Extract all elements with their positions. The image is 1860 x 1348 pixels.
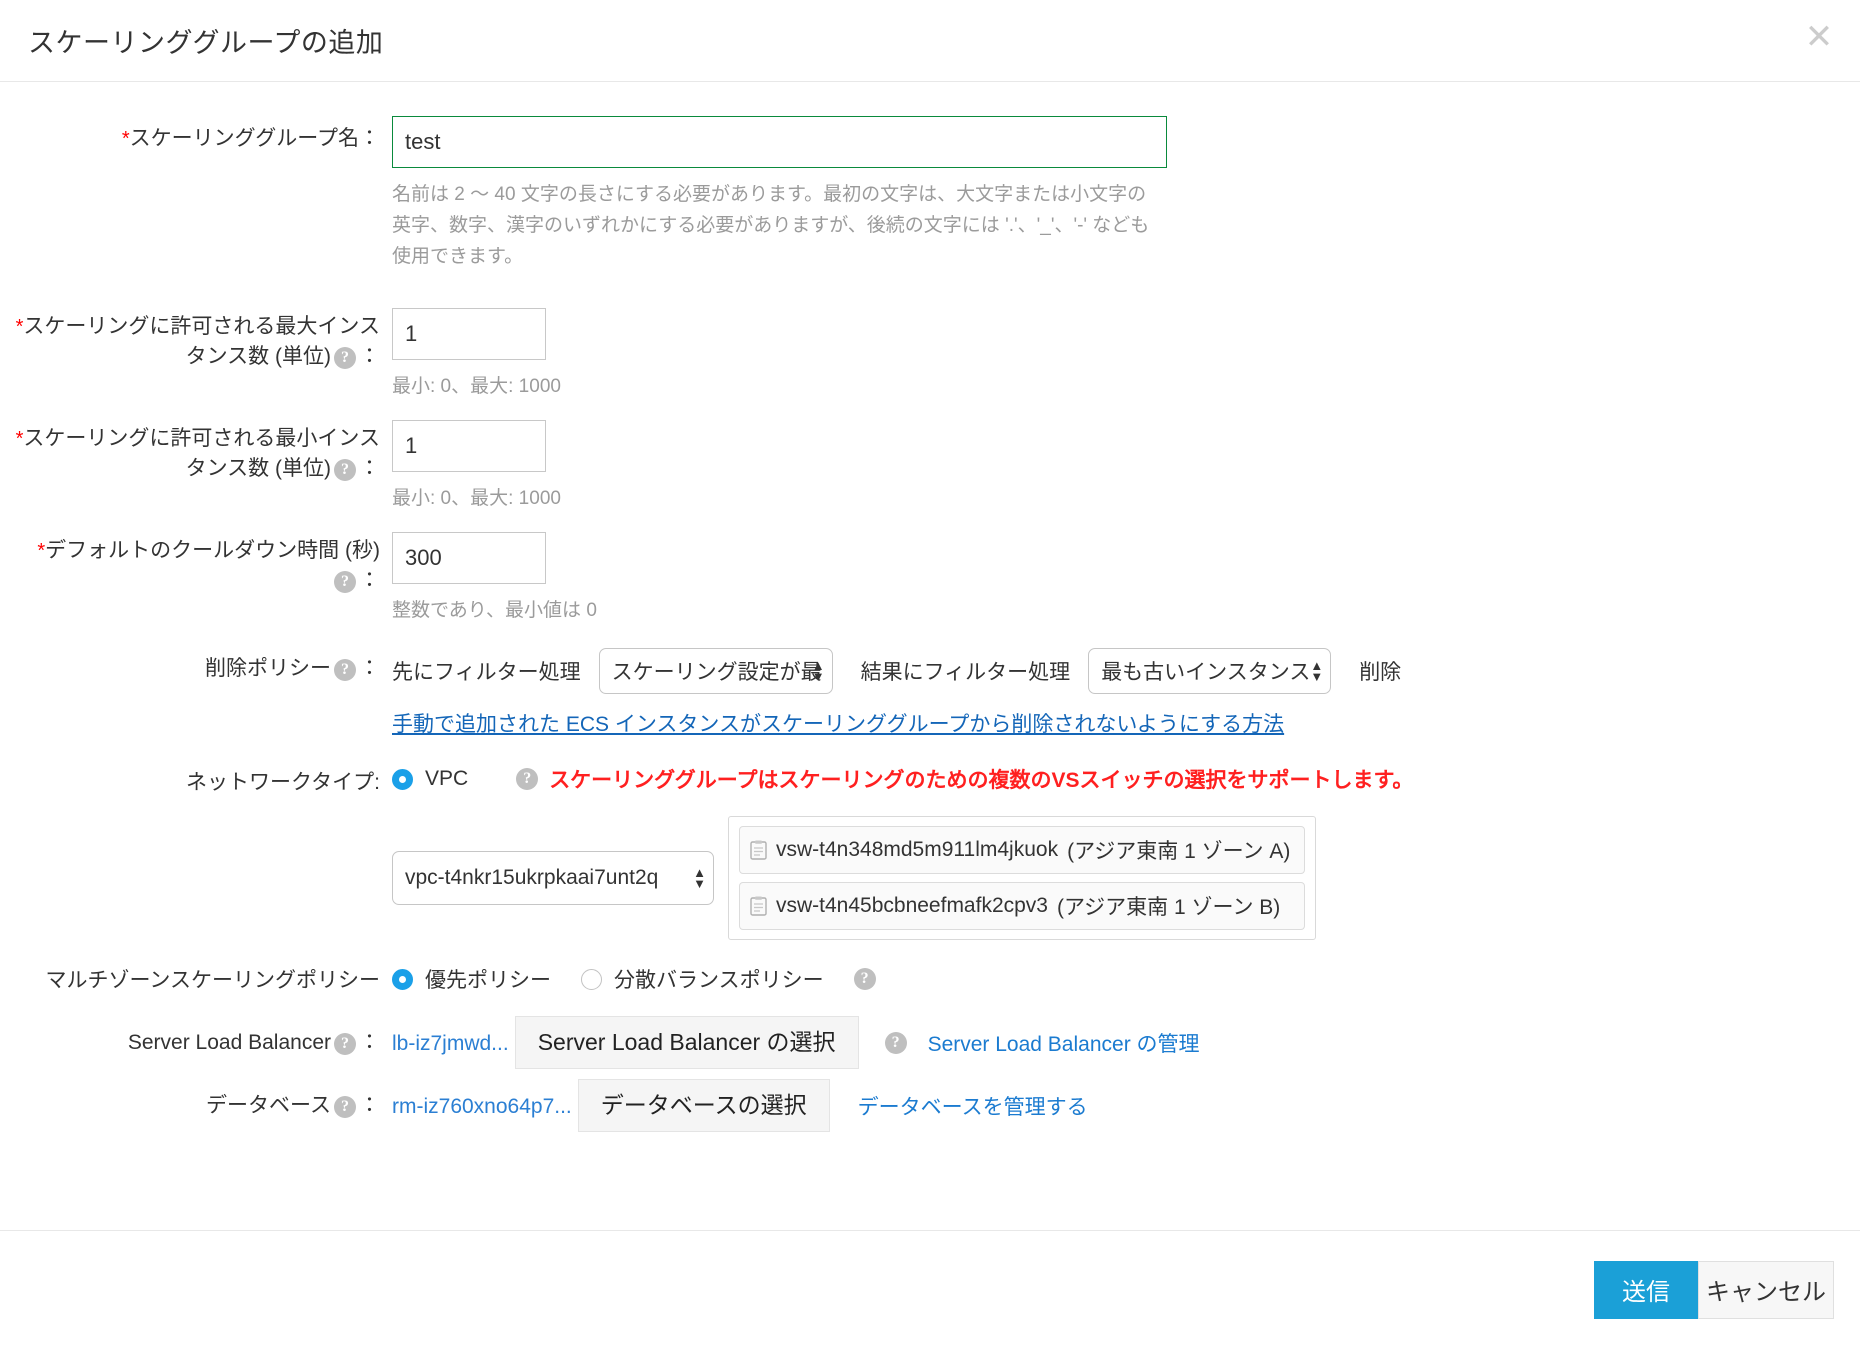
slb-selected-value[interactable]: lb-iz7jmwd... xyxy=(392,1032,509,1056)
second-filter-text: 結果にフィルター処理 xyxy=(860,661,1071,684)
vpc-select[interactable]: vpc-t4nkr15ukrpkaai7unt2q xyxy=(392,851,714,905)
required-marker: * xyxy=(37,540,46,562)
radio-multizone-balance[interactable] xyxy=(581,968,602,990)
min-instances-input[interactable] xyxy=(392,420,546,472)
min-instances-label: *スケーリングに許可される最小インス タンス数 (単位)?： xyxy=(15,427,380,481)
group-name-hint: 名前は 2 ～ 40 文字の長さにする必要があります。最初の文字は、大文字または… xyxy=(392,184,1150,267)
group-name-label: *スケーリンググループ名： xyxy=(121,127,380,150)
field-row-removal-policy: 削除ポリシー?： 先にフィルター処理 スケーリング設定が最 ▲ ▼ 結果にフィルタ… xyxy=(0,648,1860,738)
field-row-max-instances: *スケーリングに許可される最大インス タンス数 (単位)?： 最小: 0、最大:… xyxy=(0,308,1860,402)
slb-label: Server Load Balancer?： xyxy=(127,1031,380,1055)
cooldown-label: *デフォルトのクールダウン時間 (秒) ?： xyxy=(37,539,380,593)
first-filter-text: 先にフィルター処理 xyxy=(392,661,581,684)
help-icon[interactable]: ? xyxy=(334,1033,356,1055)
vswitch-id: vsw-t4n348md5m911lm4jkuok xyxy=(776,838,1059,861)
cooldown-input[interactable] xyxy=(392,532,546,584)
cancel-button[interactable]: キャンセル xyxy=(1698,1260,1834,1319)
help-icon[interactable]: ? xyxy=(334,459,356,481)
vswitch-item[interactable]: vsw-t4n45bcbneefmafk2cpv3 (アジア東南 1 ゾーン B… xyxy=(739,882,1306,930)
vswitch-item[interactable]: vsw-t4n348md5m911lm4jkuok (アジア東南 1 ゾーン A… xyxy=(739,826,1306,874)
removal-policy-second-select-wrap: 最も古いインスタンス ▲ ▼ xyxy=(1088,648,1332,694)
min-instances-hint: 最小: 0、最大: 1000 xyxy=(392,488,561,509)
required-marker: * xyxy=(121,128,130,150)
close-icon[interactable]: ✕ xyxy=(1802,20,1836,56)
database-manage-link[interactable]: データベースを管理する xyxy=(858,1091,1088,1121)
max-instances-hint: 最小: 0、最大: 1000 xyxy=(392,376,561,397)
help-icon[interactable]: ? xyxy=(853,968,876,990)
radio-multizone-balance-label: 分散バランスポリシー xyxy=(614,969,824,992)
field-row-cooldown: *デフォルトのクールダウン時間 (秒) ?： 整数であり、最小値は 0 xyxy=(0,532,1860,626)
delete-text: 削除 xyxy=(1359,661,1402,684)
network-type-label: ネットワークタイプ: xyxy=(186,771,380,794)
clipboard-icon xyxy=(750,840,767,860)
removal-policy-label: 削除ポリシー?： xyxy=(205,657,380,681)
field-row-min-instances: *スケーリングに許可される最小インス タンス数 (単位)?： 最小: 0、最大:… xyxy=(0,420,1860,514)
cooldown-hint: 整数であり、最小値は 0 xyxy=(392,600,597,621)
removal-policy-second-select[interactable]: 最も古いインスタンス xyxy=(1088,648,1332,694)
field-row-network-type: ネットワークタイプ: VPC ? スケーリンググループはスケーリングのための複数… xyxy=(0,764,1860,940)
vswitch-id: vsw-t4n45bcbneefmafk2cpv3 xyxy=(776,894,1048,917)
field-row-slb: Server Load Balancer?： lb-iz7jmwd... Ser… xyxy=(0,1016,1860,1069)
help-icon[interactable]: ? xyxy=(334,347,356,369)
add-scaling-group-dialog: スケーリンググループの追加 ✕ *スケーリンググループ名： 名前は 2 ～ 40… xyxy=(0,0,1860,1348)
submit-button[interactable]: 送信 xyxy=(1594,1260,1698,1319)
network-warning-text: スケーリンググループはスケーリングのための複数のVSスイッチの選択をサポートしま… xyxy=(549,769,1414,792)
removal-policy-second-value: 最も古いインスタンス xyxy=(1101,661,1311,684)
radio-network-vpc[interactable] xyxy=(392,768,413,790)
radio-multizone-priority[interactable] xyxy=(392,968,413,990)
vpc-select-wrap: vpc-t4nkr15ukrpkaai7unt2q ▲ ▼ xyxy=(392,851,714,905)
multizone-policy-label: マルチゾーンスケーリングポリシー xyxy=(45,969,380,992)
help-icon[interactable]: ? xyxy=(516,768,539,790)
database-label: データベース?： xyxy=(206,1094,380,1118)
vswitch-zone: (アジア東南 1 ゾーン B) xyxy=(1057,896,1281,919)
radio-network-vpc-label: VPC xyxy=(425,767,469,790)
database-selected-value[interactable]: rm-iz760xno64p7... xyxy=(392,1095,572,1119)
vswitch-list-panel: vsw-t4n348md5m911lm4jkuok (アジア東南 1 ゾーン A… xyxy=(728,816,1317,940)
slb-manage-link[interactable]: Server Load Balancer の管理 xyxy=(928,1028,1200,1058)
max-instances-input[interactable] xyxy=(392,308,546,360)
field-row-database: データベース?： rm-iz760xno64p7... データベースの選択 デー… xyxy=(0,1079,1860,1132)
removal-policy-first-select-wrap: スケーリング設定が最 ▲ ▼ xyxy=(598,648,833,694)
manual-ecs-protect-link[interactable]: 手動で追加された ECS インスタンスがスケーリンググループから削除されないよう… xyxy=(392,713,1284,736)
dialog-title: スケーリンググループの追加 xyxy=(28,28,384,58)
help-icon[interactable]: ? xyxy=(884,1031,907,1054)
vpc-select-value: vpc-t4nkr15ukrpkaai7unt2q xyxy=(405,866,659,889)
field-row-group-name: *スケーリンググループ名： 名前は 2 ～ 40 文字の長さにする必要があります… xyxy=(0,116,1860,272)
removal-policy-first-value: スケーリング設定が最 xyxy=(611,661,822,684)
radio-multizone-priority-label: 優先ポリシー xyxy=(425,969,551,992)
help-icon[interactable]: ? xyxy=(334,571,356,593)
help-icon[interactable]: ? xyxy=(334,1096,356,1118)
database-select-button[interactable]: データベースの選択 xyxy=(577,1079,830,1132)
dialog-body: *スケーリンググループ名： 名前は 2 ～ 40 文字の長さにする必要があります… xyxy=(0,82,1860,1230)
help-icon[interactable]: ? xyxy=(334,659,356,681)
clipboard-icon xyxy=(750,896,767,916)
dialog-footer: 送信 キャンセル xyxy=(0,1230,1860,1348)
slb-select-button[interactable]: Server Load Balancer の選択 xyxy=(514,1016,859,1069)
max-instances-label: *スケーリングに許可される最大インス タンス数 (単位)?： xyxy=(15,315,380,369)
dialog-header: スケーリンググループの追加 ✕ xyxy=(0,0,1860,82)
field-row-multizone-policy: マルチゾーンスケーリングポリシー 優先ポリシー 分散バランスポリシー ? xyxy=(0,964,1860,996)
group-name-input[interactable] xyxy=(392,116,1167,168)
removal-policy-first-select[interactable]: スケーリング設定が最 xyxy=(598,648,833,694)
vswitch-zone: (アジア東南 1 ゾーン A) xyxy=(1067,840,1291,863)
